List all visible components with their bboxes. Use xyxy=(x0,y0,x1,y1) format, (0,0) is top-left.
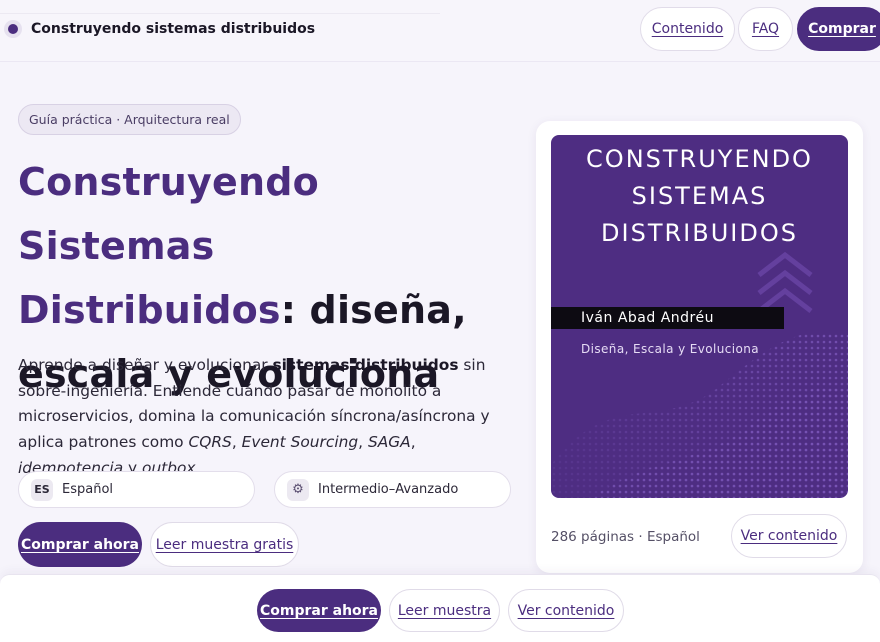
intro-bold: sistemas distribuidos xyxy=(272,356,459,374)
language-badge: ES xyxy=(31,478,53,501)
buy-now-button[interactable]: Comprar ahora xyxy=(18,522,142,567)
title-accent-line1: Construyendo Sistemas xyxy=(18,160,319,268)
sticky-read-sample-button[interactable]: Leer muestra xyxy=(389,589,500,632)
language-chip: ES Español xyxy=(18,471,255,508)
top-divider xyxy=(0,0,440,14)
cover-title-line: CONSTRUYENDO xyxy=(586,145,813,173)
book-meta: 286 páginas · Español xyxy=(551,529,700,545)
cover-title: CONSTRUYENDO SISTEMAS DISTRIBUIDOS xyxy=(551,141,848,252)
nav-comprar-button[interactable]: Comprar xyxy=(797,7,880,51)
cover-title-line: DISTRIBUIDOS xyxy=(601,219,798,247)
gear-icon: ⚙ xyxy=(287,478,309,501)
language-label: Español xyxy=(62,482,114,497)
cover-title-line: SISTEMAS xyxy=(631,182,768,210)
intro-pattern-event-sourcing: Event Sourcing xyxy=(241,433,359,452)
intro-text: Aprende a diseñar y evolucionar xyxy=(18,356,273,374)
brand-logo-icon xyxy=(4,20,22,38)
top-navigation-bar: Construyendo sistemas distribuidos Conte… xyxy=(0,0,880,62)
nav-contenido-link[interactable]: Contenido xyxy=(640,7,735,51)
intro-text: , xyxy=(231,433,242,452)
brand-title: Construyendo sistemas distribuidos xyxy=(31,21,316,37)
free-sample-button[interactable]: Leer muestra gratis xyxy=(150,522,299,567)
title-accent-line2: Distribuidos xyxy=(18,288,281,332)
brand[interactable]: Construyendo sistemas distribuidos xyxy=(4,20,315,38)
sticky-view-contents-button[interactable]: Ver contenido xyxy=(508,589,624,632)
intro-pattern-saga: SAGA xyxy=(367,433,411,452)
title-rest-line2: : diseña, xyxy=(280,288,467,332)
cover-author: Iván Abad Andréu xyxy=(551,307,784,329)
intro-pattern-cqrs: CQRS xyxy=(188,433,232,452)
view-contents-button[interactable]: Ver contenido xyxy=(731,514,847,558)
level-chip: ⚙ Intermedio–Avanzado xyxy=(274,471,511,508)
sticky-bottom-bar: Comprar ahora Leer muestra Ver contenido xyxy=(0,574,880,642)
level-label: Intermedio–Avanzado xyxy=(318,482,459,497)
book-card: CONSTRUYENDO SISTEMAS DISTRIBUIDOS Iván … xyxy=(536,121,863,573)
intro-text: , xyxy=(358,433,368,452)
intro-paragraph: Aprende a diseñar y evolucionar sistemas… xyxy=(18,353,508,482)
sticky-buy-now-button[interactable]: Comprar ahora xyxy=(257,589,381,632)
category-pill: Guía práctica · Arquitectura real xyxy=(18,104,241,135)
nav-faq-link[interactable]: FAQ xyxy=(738,7,793,51)
book-cover: CONSTRUYENDO SISTEMAS DISTRIBUIDOS Iván … xyxy=(551,135,848,498)
cover-subtitle: Diseña, Escala y Evoluciona xyxy=(581,342,759,356)
intro-text: , xyxy=(410,433,416,452)
